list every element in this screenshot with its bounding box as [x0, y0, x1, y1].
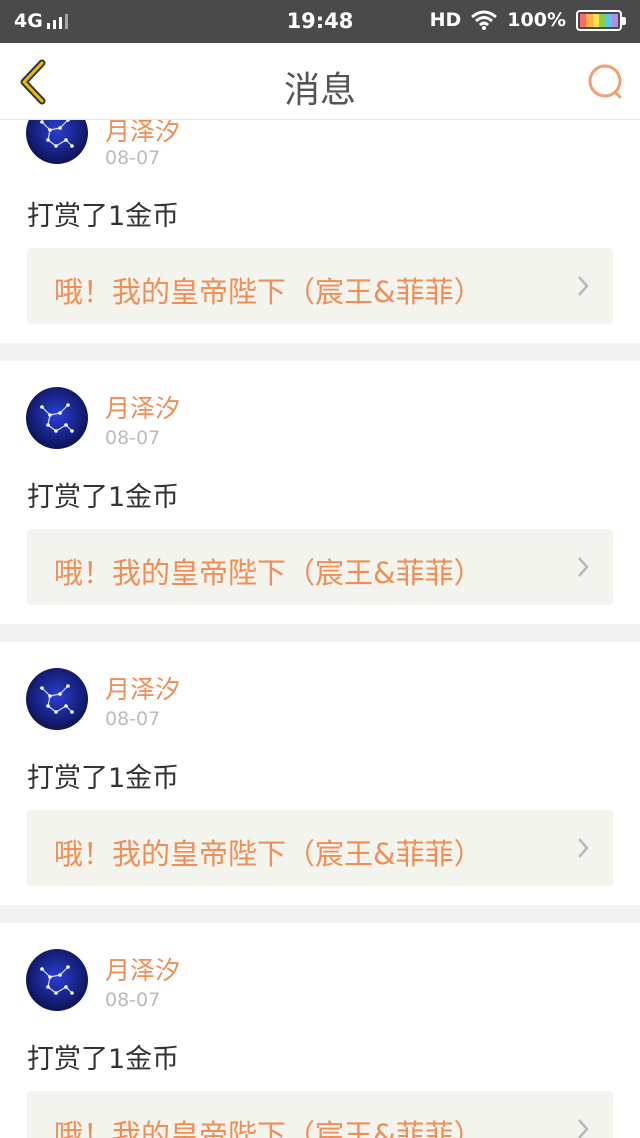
page-title: 消息: [283, 70, 356, 111]
novel-title: 哦！我的皇帝陛下（宸王&菲菲）: [54, 1118, 483, 1138]
novel-link[interactable]: 哦！我的皇帝陛下（宸王&菲菲）: [27, 1091, 613, 1138]
status-bar: 4G 19:48 HD 100%: [0, 0, 640, 43]
username[interactable]: 月泽汐: [105, 389, 180, 425]
message-date: 08-07: [105, 147, 161, 169]
message-card: 月泽汐 08-07 打赏了1金币 哦！我的皇帝陛下（宸王&菲菲）: [0, 361, 640, 624]
message-card: 月泽汐 08-07 打赏了1金币 哦！我的皇帝陛下（宸王&菲菲）: [0, 642, 640, 905]
novel-link[interactable]: 哦！我的皇帝陛下（宸王&菲菲）: [27, 529, 613, 605]
message-date: 08-07: [105, 708, 161, 730]
message-action: 打赏了1金币: [27, 763, 180, 794]
wifi-icon: [471, 10, 498, 30]
novel-link[interactable]: 哦！我的皇帝陛下（宸王&菲菲）: [27, 810, 613, 886]
message-card: 月泽汐 08-07 打赏了1金币 哦！我的皇帝陛下（宸王&菲菲）: [0, 923, 640, 1138]
chevron-right-icon: [578, 557, 589, 577]
message-action: 打赏了1金币: [27, 201, 180, 232]
username[interactable]: 月泽汐: [105, 120, 180, 148]
novel-link[interactable]: 哦！我的皇帝陛下（宸王&菲菲）: [27, 248, 613, 324]
message-list[interactable]: 月泽汐 08-07 打赏了1金币 哦！我的皇帝陛下（宸王&菲菲） 月泽汐 08-…: [0, 120, 640, 1138]
novel-title: 哦！我的皇帝陛下（宸王&菲菲）: [54, 837, 483, 871]
username[interactable]: 月泽汐: [105, 951, 180, 987]
hd-label: HD: [429, 9, 462, 31]
search-button[interactable]: [586, 62, 626, 102]
username[interactable]: 月泽汐: [105, 670, 180, 706]
chevron-right-icon: [578, 276, 589, 296]
message-date: 08-07: [105, 427, 161, 449]
message-card: 月泽汐 08-07 打赏了1金币 哦！我的皇帝陛下（宸王&菲菲）: [0, 120, 640, 343]
search-icon: [588, 64, 622, 99]
novel-title: 哦！我的皇帝陛下（宸王&菲菲）: [54, 556, 483, 590]
battery-icon: [576, 9, 626, 31]
message-date: 08-07: [105, 989, 161, 1011]
navigation-bar: 消息: [0, 43, 640, 120]
avatar[interactable]: [26, 387, 88, 449]
battery-percent: 100%: [507, 9, 566, 31]
avatar[interactable]: [26, 949, 88, 1011]
novel-title: 哦！我的皇帝陛下（宸王&菲菲）: [54, 275, 483, 309]
message-action: 打赏了1金币: [27, 482, 180, 513]
avatar[interactable]: [26, 668, 88, 730]
message-action: 打赏了1金币: [27, 1044, 180, 1075]
avatar[interactable]: [26, 120, 88, 164]
chevron-right-icon: [578, 1119, 589, 1138]
chevron-right-icon: [578, 838, 589, 858]
